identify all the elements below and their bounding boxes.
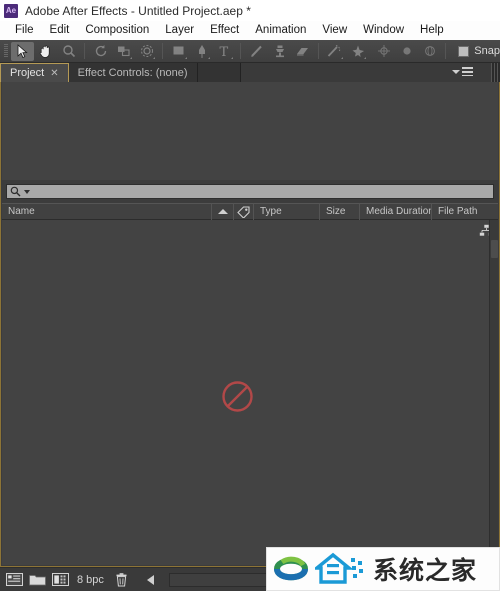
world-axis-icon[interactable] [418, 42, 441, 61]
tab-effect-controls-label: Effect Controls: (none) [77, 66, 188, 79]
panel-tab-strip: Project ✕ Effect Controls: (none) [0, 63, 500, 82]
menu-bar: File Edit Composition Layer Effect Anima… [0, 21, 500, 40]
project-panel: Name Type Size Media Duration File Path [0, 82, 500, 567]
zoom-tool-icon[interactable] [57, 42, 80, 61]
panel-menu-button[interactable] [452, 67, 473, 76]
watermark-brand: 系统之家 [315, 551, 477, 587]
column-header-row: Name Type Size Media Duration File Path [2, 203, 498, 220]
watermark-overlay: 系统之家 [266, 547, 500, 591]
panel-menu-area [241, 63, 491, 82]
clone-stamp-tool-icon[interactable] [268, 42, 291, 61]
snap-checkbox[interactable] [458, 45, 470, 57]
tab-strip-filler [197, 63, 241, 82]
watermark-ring-logo-icon [273, 556, 309, 581]
tool-flyout-corner-icon [130, 56, 132, 59]
column-type-label: Type [260, 206, 282, 217]
title-bar: Ae Adobe After Effects - Untitled Projec… [0, 0, 500, 21]
menu-lines-icon [462, 67, 473, 76]
toolbar-separator [445, 43, 447, 59]
menu-item-effect[interactable]: Effect [202, 21, 247, 40]
menu-item-help[interactable]: Help [412, 21, 452, 40]
local-axis-icon[interactable] [395, 42, 418, 61]
snap-label: Snap [474, 45, 500, 57]
menu-item-composition[interactable]: Composition [77, 21, 157, 40]
column-label-tag[interactable] [234, 203, 254, 220]
search-field[interactable] [6, 184, 494, 199]
app-logo-icon: Ae [4, 3, 18, 18]
new-folder-button[interactable] [27, 571, 47, 588]
menu-item-layer[interactable]: Layer [157, 21, 202, 40]
shape-tool-icon[interactable] [167, 42, 190, 61]
tab-effect-controls[interactable]: Effect Controls: (none) [68, 63, 198, 82]
column-file-path-label: File Path [438, 206, 478, 217]
watermark-text: 系统之家 [373, 556, 478, 585]
tool-flyout-corner-icon [231, 56, 233, 59]
camera-orbit-tool-icon[interactable] [135, 42, 158, 61]
hand-tool-icon[interactable] [34, 42, 57, 61]
tool-flyout-corner-icon [208, 56, 210, 59]
transform-axis-icon[interactable] [372, 42, 395, 61]
window-title: Adobe After Effects - Untitled Project.a… [25, 3, 251, 18]
column-size-label: Size [326, 206, 346, 217]
brush-tool-icon[interactable] [245, 42, 268, 61]
selection-tool-icon[interactable] [11, 41, 34, 61]
search-row [2, 181, 498, 202]
pan-behind-tool-icon[interactable] [112, 42, 135, 61]
eraser-tool-icon[interactable] [291, 42, 314, 61]
tab-project[interactable]: Project ✕ [0, 63, 69, 82]
column-name[interactable]: Name [2, 203, 212, 220]
type-tool-icon[interactable]: T [213, 42, 236, 61]
tool-flyout-corner-icon [364, 56, 366, 59]
toolbar-separator [84, 43, 85, 59]
project-item-list[interactable] [2, 220, 498, 565]
menu-item-edit[interactable]: Edit [42, 21, 78, 40]
arrow-left-icon [147, 574, 155, 585]
column-media-duration-label: Media Duration [366, 206, 432, 217]
new-composition-button[interactable] [4, 571, 24, 588]
toolbar-grip[interactable] [2, 43, 11, 59]
tool-flyout-corner-icon [341, 56, 343, 59]
label-tag-icon [237, 205, 250, 218]
rotation-tool-icon[interactable] [89, 42, 112, 61]
close-icon[interactable]: ✕ [50, 68, 58, 79]
no-entry-icon [221, 380, 254, 413]
column-sort-arrow[interactable] [212, 203, 234, 220]
tab-strip-grip[interactable] [491, 63, 500, 82]
search-icon [10, 186, 21, 197]
project-settings-button[interactable] [50, 571, 70, 588]
tab-project-label: Project [10, 67, 45, 79]
column-name-label: Name [8, 206, 35, 217]
watermark-house-icon [315, 552, 363, 584]
toolbar-separator [162, 43, 163, 59]
pen-tool-icon[interactable] [190, 42, 213, 61]
roto-brush-tool-icon[interactable] [323, 42, 346, 61]
menu-item-view[interactable]: View [314, 21, 355, 40]
delete-button[interactable] [112, 571, 132, 588]
chevron-down-icon [452, 69, 460, 74]
tool-flyout-corner-icon [153, 56, 155, 59]
menu-item-file[interactable]: File [7, 21, 42, 40]
after-effects-window: Ae Adobe After Effects - Untitled Projec… [0, 0, 500, 591]
tool-bar: T Snap [0, 40, 500, 63]
sort-ascending-icon [217, 209, 228, 214]
column-media-duration[interactable]: Media Duration [360, 203, 432, 220]
menu-item-animation[interactable]: Animation [247, 21, 314, 40]
toolbar-separator [318, 43, 319, 59]
vertical-scrollbar-thumb[interactable] [491, 240, 498, 258]
column-file-path[interactable]: File Path [432, 203, 492, 220]
column-size[interactable]: Size [320, 203, 360, 220]
toolbar-separator [240, 43, 241, 59]
project-preview-area [2, 82, 498, 180]
svg-text:T: T [220, 45, 229, 58]
vertical-scrollbar[interactable] [489, 220, 498, 565]
bit-depth-label[interactable]: 8 bpc [77, 574, 104, 586]
menu-item-window[interactable]: Window [355, 21, 412, 40]
column-type[interactable]: Type [254, 203, 320, 220]
puppet-pin-tool-icon[interactable] [346, 42, 369, 61]
tool-flyout-corner-icon [185, 56, 187, 59]
search-input[interactable] [30, 185, 493, 198]
back-arrow-button[interactable] [141, 571, 161, 588]
